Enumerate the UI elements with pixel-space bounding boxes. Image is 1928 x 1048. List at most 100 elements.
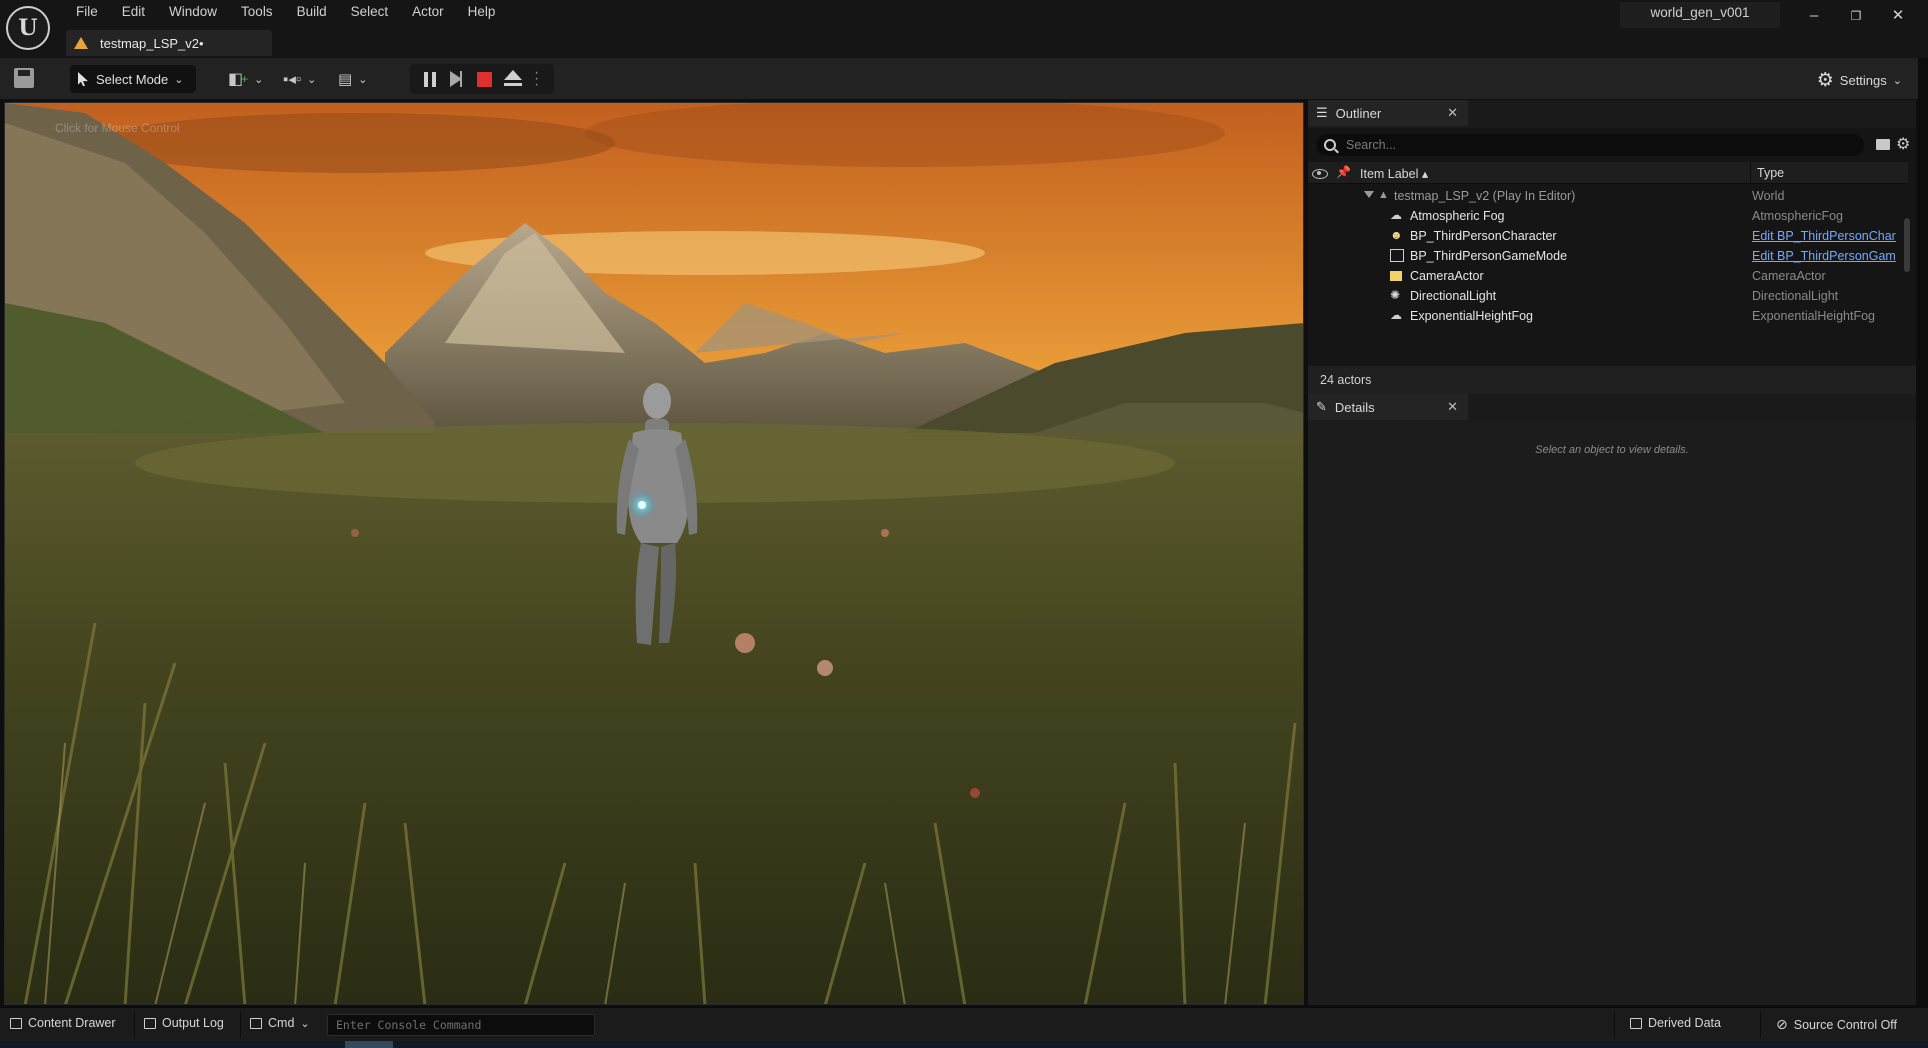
add-actor-button[interactable]: ◧ + ⌄	[228, 68, 263, 90]
level-tab[interactable]: testmap_LSP_v2•	[66, 30, 272, 56]
outliner-search[interactable]	[1316, 134, 1864, 156]
expand-arrow-icon[interactable]	[1364, 191, 1374, 198]
settings-button[interactable]: ⚙ Settings ⌄	[1817, 69, 1902, 92]
content-drawer-button[interactable]: Content Drawer	[10, 1016, 116, 1030]
level-warning-icon	[74, 37, 88, 49]
tree-row[interactable]: ☁ ExponentialHeightFog ExponentialHeight…	[1308, 306, 1904, 326]
title-bar: U File Edit Window Tools Build Select Ac…	[0, 0, 1928, 58]
tree-row-type: ExponentialHeightFog	[1752, 309, 1875, 323]
chevron-down-icon: ⌄	[358, 73, 368, 86]
menu-actor[interactable]: Actor	[400, 2, 456, 21]
clapper-icon: ▤	[338, 71, 353, 88]
unreal-editor-window: U File Edit Window Tools Build Select Ac…	[0, 0, 1928, 1048]
tree-row-type: DirectionalLight	[1752, 289, 1839, 303]
outliner-icon: ☰	[1316, 105, 1328, 120]
outliner-tab[interactable]: ☰ Outliner ✕	[1308, 100, 1468, 126]
cmd-dropdown[interactable]: Cmd ⌄	[250, 1016, 310, 1030]
outliner-scrollbar[interactable]	[1904, 218, 1910, 272]
blueprint-button[interactable]: ▪◂▫ ⌄	[283, 68, 316, 90]
close-window-button[interactable]: ✕	[1878, 4, 1918, 28]
cmd-label: Cmd	[268, 1016, 295, 1030]
col-item-label[interactable]: Item Label ▴	[1360, 166, 1428, 181]
menu-window[interactable]: Window	[157, 2, 229, 21]
console-input[interactable]: Enter Console Command	[327, 1014, 595, 1036]
gear-icon[interactable]: ⚙	[1896, 134, 1910, 154]
pin-icon[interactable]: 📌	[1336, 165, 1351, 179]
eject-icon[interactable]	[504, 70, 522, 88]
tree-row-label: CameraActor	[1410, 269, 1484, 283]
cursor-icon	[78, 72, 88, 86]
sun-icon: ✺	[1390, 288, 1401, 302]
tree-row-label: testmap_LSP_v2 (Play In Editor)	[1394, 189, 1576, 203]
output-log-button[interactable]: Output Log	[144, 1016, 224, 1030]
unreal-logo-icon[interactable]: U	[6, 6, 50, 50]
edit-blueprint-link[interactable]: Edit BP_ThirdPersonGam	[1752, 249, 1896, 263]
divider	[240, 1012, 241, 1038]
divider	[1614, 1012, 1615, 1038]
outliner-search-input[interactable]	[1346, 138, 1826, 152]
play-options-icon[interactable]: · · ·	[534, 65, 539, 93]
tree-row[interactable]: ▲ testmap_LSP_v2 (Play In Editor) World	[1308, 186, 1904, 206]
derived-data-label: Derived Data	[1648, 1016, 1721, 1030]
select-mode-label: Select Mode	[96, 71, 169, 87]
tree-row[interactable]: BP_ThirdPersonGameMode Edit BP_ThirdPers…	[1308, 246, 1904, 266]
level-viewport[interactable]: Click for Mouse Control	[4, 102, 1304, 1005]
viewport-hint: Click for Mouse Control	[55, 121, 180, 135]
chevron-down-icon: ⌄	[1892, 75, 1902, 87]
menu-edit[interactable]: Edit	[110, 2, 157, 21]
content-drawer-label: Content Drawer	[28, 1016, 116, 1030]
chevron-down-icon: ⌄	[174, 73, 184, 86]
col-type[interactable]: Type	[1750, 162, 1784, 184]
menu-build[interactable]: Build	[285, 2, 339, 21]
gear-icon: ⚙	[1816, 70, 1834, 91]
step-frame-icon[interactable]	[450, 71, 462, 87]
menu-select[interactable]: Select	[339, 2, 401, 21]
chevron-down-icon: ⌄	[300, 1017, 310, 1030]
eye-icon[interactable]	[1312, 166, 1328, 180]
tree-row[interactable]: ☻ BP_ThirdPersonCharacter Edit BP_ThirdP…	[1308, 226, 1904, 246]
select-mode-dropdown[interactable]: Select Mode ⌄	[70, 65, 196, 93]
outliner-tree: ▲ testmap_LSP_v2 (Play In Editor) World …	[1308, 186, 1904, 326]
menu-help[interactable]: Help	[456, 2, 508, 21]
menu-file[interactable]: File	[64, 2, 110, 21]
close-icon[interactable]: ✕	[1447, 399, 1458, 415]
fog-icon: ☁	[1390, 308, 1402, 322]
character-icon: ☻	[1390, 228, 1403, 242]
tree-row[interactable]: ✺ DirectionalLight DirectionalLight	[1308, 286, 1904, 306]
tree-row-label: BP_ThirdPersonCharacter	[1410, 229, 1557, 243]
taskbar-strip	[0, 1041, 1928, 1048]
cinematics-button[interactable]: ▤ ⌄	[338, 68, 367, 90]
save-icon[interactable]	[14, 68, 34, 88]
details-tab[interactable]: ✎ Details ✕	[1308, 394, 1468, 420]
restore-button[interactable]: ❐	[1836, 4, 1876, 28]
chevron-down-icon: ⌄	[307, 73, 317, 86]
right-panel: ☰ Outliner ✕ ⚙ 📌 Item Label ▴ Type ▲ t	[1308, 100, 1916, 1005]
minimize-button[interactable]: –	[1794, 4, 1834, 28]
tree-row[interactable]: CameraActor CameraActor	[1308, 266, 1904, 286]
source-control-button[interactable]: ⊘ Source Control Off	[1776, 1016, 1897, 1033]
divider	[1760, 1012, 1761, 1038]
tree-row-label: Atmospheric Fog	[1410, 209, 1505, 223]
outliner-tab-label: Outliner	[1335, 105, 1382, 121]
divider	[134, 1012, 135, 1038]
add-folder-icon[interactable]	[1876, 139, 1890, 150]
tree-row-type: World	[1752, 189, 1785, 203]
pause-icon[interactable]	[424, 72, 436, 87]
camera-icon	[1390, 271, 1402, 281]
tree-row[interactable]: ☁ Atmospheric Fog AtmosphericFog	[1308, 206, 1904, 226]
details-panel: Select an object to view details.	[1308, 420, 1916, 1005]
details-empty-message: Select an object to view details.	[1535, 444, 1689, 456]
main-toolbar: Select Mode ⌄ ◧ + ⌄ ▪◂▫ ⌄ ▤ ⌄ · · · ⚙ Settings…	[0, 58, 1928, 100]
menu-tools[interactable]: Tools	[229, 2, 285, 21]
level-tab-label: testmap_LSP_v2•	[100, 35, 204, 51]
settings-label: Settings	[1839, 73, 1887, 88]
derived-data-button[interactable]: Derived Data	[1630, 1016, 1721, 1030]
outliner-panel: ⚙ 📌 Item Label ▴ Type ▲ testmap_LSP_v2 (…	[1308, 128, 1916, 366]
stop-icon[interactable]	[477, 72, 492, 87]
close-icon[interactable]: ✕	[1447, 105, 1458, 121]
blueprint-icon: ▪◂▫	[283, 71, 302, 88]
details-tab-label: Details	[1334, 399, 1375, 415]
edit-blueprint-link[interactable]: Edit BP_ThirdPersonChar	[1752, 229, 1896, 243]
tree-row-label: DirectionalLight	[1410, 289, 1497, 303]
actor-count: 24 actors	[1308, 366, 1916, 394]
